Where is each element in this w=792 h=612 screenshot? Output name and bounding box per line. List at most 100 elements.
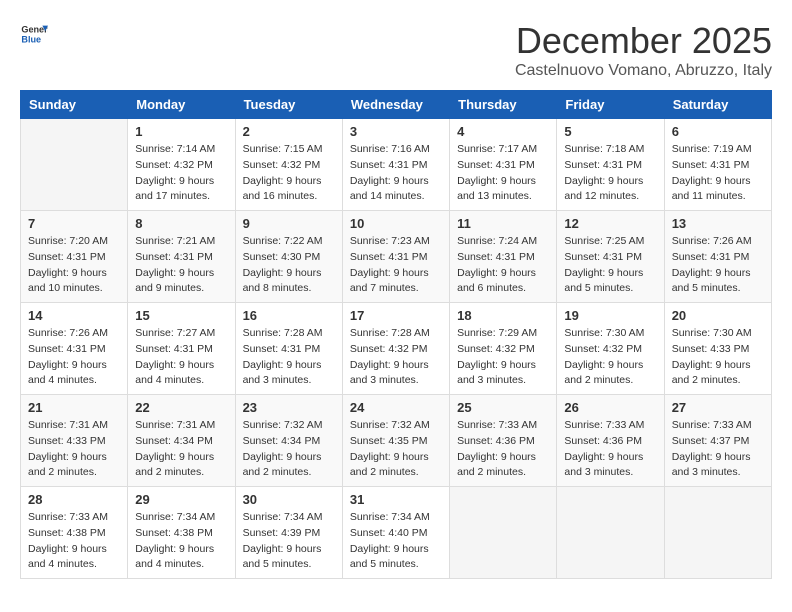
day-number: 12 (564, 216, 656, 231)
weekday-header-cell: Sunday (21, 91, 128, 119)
day-number: 4 (457, 124, 549, 139)
calendar-day-cell: 26Sunrise: 7:33 AMSunset: 4:36 PMDayligh… (557, 395, 664, 487)
calendar-week-row: 21 Sunrise: 7:31 AMSunset: 4:33 PMDayligh… (21, 395, 772, 487)
calendar-day-cell: 9 Sunrise: 7:22 AMSunset: 4:30 PMDaylight… (235, 211, 342, 303)
weekday-header-cell: Wednesday (342, 91, 449, 119)
day-info: Sunrise: 7:34 AMSunset: 4:38 PMDaylight:… (135, 510, 227, 573)
day-number: 17 (350, 308, 442, 323)
day-info: Sunrise: 7:33 AMSunset: 4:37 PMDaylight:… (672, 418, 764, 481)
day-number: 27 (672, 400, 764, 415)
calendar-day-cell: 23 Sunrise: 7:32 AMSunset: 4:34 PMDayligh… (235, 395, 342, 487)
day-info: Sunrise: 7:32 AMSunset: 4:34 PMDaylight:… (243, 418, 335, 481)
calendar-day-cell: 11 Sunrise: 7:24 AMSunset: 4:31 PMDayligh… (450, 211, 557, 303)
calendar-day-cell: 24 Sunrise: 7:32 AMSunset: 4:35 PMDayligh… (342, 395, 449, 487)
day-info: Sunrise: 7:23 AMSunset: 4:31 PMDaylight:… (350, 234, 442, 297)
day-number: 23 (243, 400, 335, 415)
calendar-day-cell: 20 Sunrise: 7:30 AMSunset: 4:33 PMDayligh… (664, 303, 771, 395)
day-number: 21 (28, 400, 120, 415)
day-number: 30 (243, 492, 335, 507)
day-number: 8 (135, 216, 227, 231)
weekday-header-row: SundayMondayTuesdayWednesdayThursdayFrid… (21, 91, 772, 119)
day-number: 16 (243, 308, 335, 323)
calendar-day-cell (664, 487, 771, 579)
day-number: 19 (564, 308, 656, 323)
month-title: December 2025 (515, 20, 772, 62)
calendar-day-cell: 19 Sunrise: 7:30 AMSunset: 4:32 PMDayligh… (557, 303, 664, 395)
location-title: Castelnuovo Vomano, Abruzzo, Italy (515, 62, 772, 80)
calendar-day-cell: 4 Sunrise: 7:17 AMSunset: 4:31 PMDaylight… (450, 119, 557, 211)
day-number: 5 (564, 124, 656, 139)
calendar-week-row: 14 Sunrise: 7:26 AMSunset: 4:31 PMDayligh… (21, 303, 772, 395)
day-info: Sunrise: 7:17 AMSunset: 4:31 PMDaylight:… (457, 142, 549, 205)
day-info: Sunrise: 7:27 AMSunset: 4:31 PMDaylight:… (135, 326, 227, 389)
title-area: December 2025 Castelnuovo Vomano, Abruzz… (515, 20, 772, 80)
day-info: Sunrise: 7:31 AMSunset: 4:34 PMDaylight:… (135, 418, 227, 481)
day-info: Sunrise: 7:18 AMSunset: 4:31 PMDaylight:… (564, 142, 656, 205)
day-number: 6 (672, 124, 764, 139)
day-number: 20 (672, 308, 764, 323)
calendar-day-cell: 18 Sunrise: 7:29 AMSunset: 4:32 PMDayligh… (450, 303, 557, 395)
day-number: 11 (457, 216, 549, 231)
day-number: 29 (135, 492, 227, 507)
calendar-day-cell: 27 Sunrise: 7:33 AMSunset: 4:37 PMDayligh… (664, 395, 771, 487)
calendar-day-cell: 25Sunrise: 7:33 AMSunset: 4:36 PMDayligh… (450, 395, 557, 487)
calendar-day-cell: 28 Sunrise: 7:33 AMSunset: 4:38 PMDayligh… (21, 487, 128, 579)
day-info: Sunrise: 7:25 AMSunset: 4:31 PMDaylight:… (564, 234, 656, 297)
calendar-day-cell: 21 Sunrise: 7:31 AMSunset: 4:33 PMDayligh… (21, 395, 128, 487)
calendar-day-cell: 13Sunrise: 7:26 AMSunset: 4:31 PMDayligh… (664, 211, 771, 303)
day-info: Sunrise: 7:34 AMSunset: 4:40 PMDaylight:… (350, 510, 442, 573)
weekday-header-cell: Monday (128, 91, 235, 119)
day-info: Sunrise: 7:21 AMSunset: 4:31 PMDaylight:… (135, 234, 227, 297)
day-number: 31 (350, 492, 442, 507)
svg-text:Blue: Blue (21, 34, 41, 44)
day-info: Sunrise: 7:30 AMSunset: 4:33 PMDaylight:… (672, 326, 764, 389)
logo: General Blue (20, 20, 52, 48)
calendar-week-row: 1 Sunrise: 7:14 AMSunset: 4:32 PMDaylight… (21, 119, 772, 211)
day-info: Sunrise: 7:34 AMSunset: 4:39 PMDaylight:… (243, 510, 335, 573)
day-info: Sunrise: 7:33 AMSunset: 4:36 PMDaylight:… (457, 418, 549, 481)
calendar-day-cell: 30 Sunrise: 7:34 AMSunset: 4:39 PMDayligh… (235, 487, 342, 579)
calendar-day-cell: 22Sunrise: 7:31 AMSunset: 4:34 PMDayligh… (128, 395, 235, 487)
calendar-day-cell: 29 Sunrise: 7:34 AMSunset: 4:38 PMDayligh… (128, 487, 235, 579)
day-info: Sunrise: 7:26 AMSunset: 4:31 PMDaylight:… (28, 326, 120, 389)
day-info: Sunrise: 7:24 AMSunset: 4:31 PMDaylight:… (457, 234, 549, 297)
day-info: Sunrise: 7:15 AMSunset: 4:32 PMDaylight:… (243, 142, 335, 205)
calendar-day-cell: 14 Sunrise: 7:26 AMSunset: 4:31 PMDayligh… (21, 303, 128, 395)
day-info: Sunrise: 7:29 AMSunset: 4:32 PMDaylight:… (457, 326, 549, 389)
logo-icon: General Blue (20, 20, 48, 48)
calendar-day-cell: 8 Sunrise: 7:21 AMSunset: 4:31 PMDaylight… (128, 211, 235, 303)
calendar-day-cell: 3Sunrise: 7:16 AMSunset: 4:31 PMDaylight… (342, 119, 449, 211)
calendar-day-cell: 31 Sunrise: 7:34 AMSunset: 4:40 PMDayligh… (342, 487, 449, 579)
day-info: Sunrise: 7:33 AMSunset: 4:38 PMDaylight:… (28, 510, 120, 573)
calendar-day-cell (557, 487, 664, 579)
calendar-day-cell: 1 Sunrise: 7:14 AMSunset: 4:32 PMDaylight… (128, 119, 235, 211)
calendar-day-cell: 17 Sunrise: 7:28 AMSunset: 4:32 PMDayligh… (342, 303, 449, 395)
calendar-day-cell: 15Sunrise: 7:27 AMSunset: 4:31 PMDayligh… (128, 303, 235, 395)
day-number: 13 (672, 216, 764, 231)
calendar-day-cell: 2Sunrise: 7:15 AMSunset: 4:32 PMDaylight… (235, 119, 342, 211)
day-info: Sunrise: 7:31 AMSunset: 4:33 PMDaylight:… (28, 418, 120, 481)
calendar-day-cell: 6Sunrise: 7:19 AMSunset: 4:31 PMDaylight… (664, 119, 771, 211)
day-info: Sunrise: 7:16 AMSunset: 4:31 PMDaylight:… (350, 142, 442, 205)
day-number: 7 (28, 216, 120, 231)
calendar-day-cell: 7Sunrise: 7:20 AMSunset: 4:31 PMDaylight… (21, 211, 128, 303)
day-number: 28 (28, 492, 120, 507)
calendar-day-cell (450, 487, 557, 579)
calendar-day-cell: 16Sunrise: 7:28 AMSunset: 4:31 PMDayligh… (235, 303, 342, 395)
day-info: Sunrise: 7:14 AMSunset: 4:32 PMDaylight:… (135, 142, 227, 205)
day-info: Sunrise: 7:30 AMSunset: 4:32 PMDaylight:… (564, 326, 656, 389)
day-info: Sunrise: 7:28 AMSunset: 4:32 PMDaylight:… (350, 326, 442, 389)
weekday-header-cell: Friday (557, 91, 664, 119)
calendar-day-cell: 5 Sunrise: 7:18 AMSunset: 4:31 PMDaylight… (557, 119, 664, 211)
day-info: Sunrise: 7:22 AMSunset: 4:30 PMDaylight:… (243, 234, 335, 297)
day-number: 24 (350, 400, 442, 415)
day-number: 18 (457, 308, 549, 323)
day-number: 14 (28, 308, 120, 323)
calendar-day-cell (21, 119, 128, 211)
calendar-week-row: 28 Sunrise: 7:33 AMSunset: 4:38 PMDayligh… (21, 487, 772, 579)
day-info: Sunrise: 7:32 AMSunset: 4:35 PMDaylight:… (350, 418, 442, 481)
calendar-week-row: 7Sunrise: 7:20 AMSunset: 4:31 PMDaylight… (21, 211, 772, 303)
page-header: General Blue December 2025 Castelnuovo V… (20, 20, 772, 80)
day-number: 1 (135, 124, 227, 139)
day-number: 9 (243, 216, 335, 231)
